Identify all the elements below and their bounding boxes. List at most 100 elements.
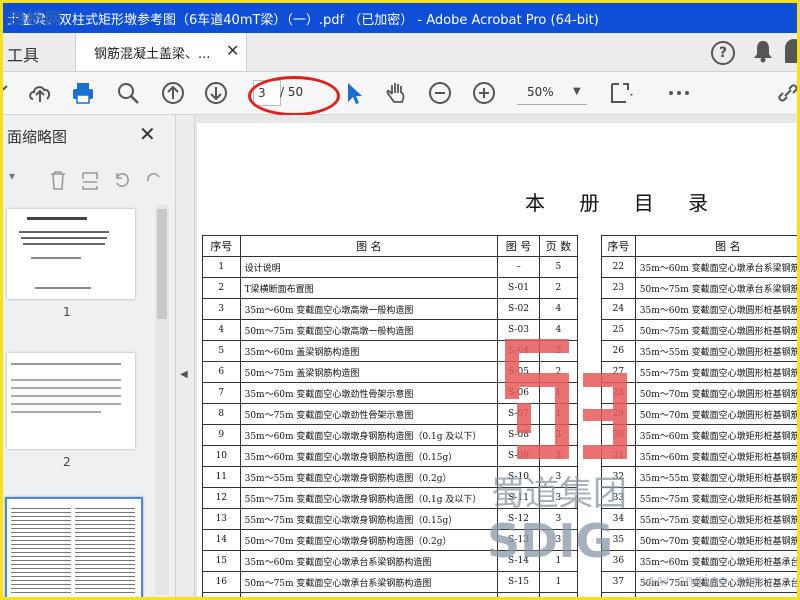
table-cell: 2 xyxy=(538,340,579,362)
table-header: 图 名 xyxy=(239,235,499,257)
table-row: 36 35m～60m 变截面空心墩矩形桩基承台钢 xyxy=(601,550,797,572)
table-cell: 横向防震挡块钢筋构造图 xyxy=(634,592,797,597)
trash-icon[interactable] xyxy=(47,169,69,191)
site-watermark-topleft: 西桥网 xyxy=(9,9,64,28)
table-cell: 22 xyxy=(601,256,636,278)
table-cell: 35m～60m 变截面空心墩高墩一般构造图 xyxy=(239,298,499,320)
page-thumbnail-1[interactable] xyxy=(7,209,135,299)
table-cell: S-06 xyxy=(497,382,540,404)
table-cell: 设计说明 xyxy=(239,256,499,278)
table-cell: 35m～60m 变截面空心墩承台系梁钢筋构 xyxy=(634,256,797,278)
table-row: 30 35m～60m 变截面空心墩矩形桩基钢筋构 xyxy=(601,424,797,446)
document-view: 本 册 目 录 序号 图 名 图 号 页 数 1 设计说明 –5 2 T梁横断面布置图 S… xyxy=(195,115,797,597)
table-cell: 5 xyxy=(538,256,579,278)
table-cell: 35m～60m 变截面空心墩劲性骨架示意图 xyxy=(239,382,499,404)
upload-cloud-icon[interactable] xyxy=(27,80,53,106)
search-icon[interactable] xyxy=(115,80,141,106)
table-cell: 3 xyxy=(538,508,579,530)
table-cell: 35m～60m 变截面空心墩矩形桩基钢筋构 xyxy=(634,424,797,446)
close-panel-icon[interactable]: ✕ xyxy=(139,122,156,146)
table-cell: 35m～55m 变截面空心墩矩形桩基钢筋构 xyxy=(634,466,797,488)
table-cell: S-04 xyxy=(497,340,540,362)
table-cell: 37 xyxy=(601,571,636,593)
rotate-left-icon[interactable] xyxy=(111,169,133,191)
hand-tool-icon[interactable] xyxy=(384,80,410,106)
thumbnail-toolbar: ▾ xyxy=(3,167,175,195)
table-cell: 35m～60m 变截面空心墩承台系梁钢筋构造图 xyxy=(239,550,499,572)
table-cell: S-09 xyxy=(497,445,540,467)
previous-page-icon[interactable] xyxy=(160,80,186,106)
table-row: 15 35m～60m 变截面空心墩承台系梁钢筋构造图 S-14 1 xyxy=(202,550,579,572)
title-bar[interactable]: 土盖梁、双柱式矩形墩参考图（6车道40mT梁）（一）.pdf （已加密） - A… xyxy=(3,3,797,33)
table-row: 34 55m～75m 变截面空心墩矩形桩基钢筋构 xyxy=(601,508,797,530)
rotate-right-icon[interactable] xyxy=(143,169,165,191)
table-cell: 35m～60m 变截面空心墩矩形桩基承台钢 xyxy=(634,550,797,572)
table-cell: – xyxy=(497,256,540,278)
table-cell: 50m～75m 变截面空心墩高墩一般构造图 xyxy=(239,319,499,341)
tab-document[interactable]: 钢筋混凝土盖梁、... ✕ xyxy=(75,33,247,71)
extract-pages-icon[interactable] xyxy=(79,169,101,191)
table-cell: S-01 xyxy=(497,277,540,299)
table-cell: 15 xyxy=(202,550,241,572)
table-row: 10 35m～60m 变截面空心墩墩身钢筋构造图（0.15g） S-09 3 xyxy=(202,445,579,467)
table-cell: 1 xyxy=(538,382,579,404)
table-cell: 4 xyxy=(202,319,241,341)
table-row: 9 35m～60m 变截面空心墩墩身钢筋构造图（0.1g 及以下） S-08 3 xyxy=(202,424,579,446)
table-cell: 16 xyxy=(202,571,241,593)
page-thumbnail-3-selected[interactable] xyxy=(5,497,143,597)
table-row: 28 50m～70m 变截面空心墩圆形桩基钢筋构 xyxy=(601,382,797,404)
tab-bar: 工具 钢筋混凝土盖梁、... ✕ ? xyxy=(3,33,797,72)
table-cell: 50m～75m 变截面空心墩承台系梁钢筋构 xyxy=(634,277,797,299)
highlight-annotation xyxy=(248,76,340,116)
table-row: 5 35m～60m 盖梁钢筋构造图 S-04 2 xyxy=(202,340,579,362)
select-cursor-icon[interactable] xyxy=(341,80,367,106)
collapse-arrow-icon[interactable]: ◀ xyxy=(180,369,188,380)
table-row: 13 55m～75m 变截面空心墩墩身钢筋构造图（0.15g） S-12 3 xyxy=(202,508,579,530)
table-cell: 2 xyxy=(538,361,579,383)
table-row: 1 设计说明 –5 xyxy=(202,256,579,278)
bell-icon[interactable] xyxy=(753,39,773,63)
page-thumbnail-2[interactable] xyxy=(7,353,135,449)
table-cell: 3 xyxy=(538,529,579,551)
table-row: 25 50m～75m 变截面空心墩圆形桩基钢筋构 xyxy=(601,319,797,341)
table-cell: 35m～60m 变截面空心墩圆形桩基钢筋构 xyxy=(634,298,797,320)
collapse-panel-strip[interactable]: ◀ xyxy=(176,115,195,597)
print-icon[interactable] xyxy=(70,80,96,106)
table-cell: 14 xyxy=(202,529,241,551)
toolbar: 3 / 50 50% ▼ xyxy=(0,72,800,116)
table-row: 11 35m～55m 变截面空心墩墩身钢筋构造图（0.2g） S-10 3 xyxy=(202,466,579,488)
index-table-left: 序号 图 名 图 号 页 数 1 设计说明 –5 2 T梁横断面布置图 S-01 2 3 35m… xyxy=(202,235,579,597)
table-cell: 38 xyxy=(601,592,636,597)
close-tab-icon[interactable]: ✕ xyxy=(226,41,239,60)
table-cell: 1 xyxy=(538,571,579,593)
options-dropdown-icon[interactable]: ▾ xyxy=(9,169,15,183)
zoom-in-icon[interactable] xyxy=(471,80,497,106)
help-icon[interactable]: ? xyxy=(711,41,735,65)
zoom-select[interactable]: 50% ▼ xyxy=(517,80,587,105)
table-row: 22 35m～60m 变截面空心墩承台系梁钢筋构 xyxy=(601,256,797,278)
window-title: 土盖梁、双柱式矩形墩参考图（6车道40mT梁）（一）.pdf （已加密） - A… xyxy=(7,13,599,28)
zoom-out-icon[interactable] xyxy=(427,80,453,106)
table-cell: 55m～75m 变截面空心墩矩形桩基钢筋构 xyxy=(634,487,797,509)
account-icon[interactable] xyxy=(785,39,797,63)
create-icon[interactable] xyxy=(0,80,23,106)
table-cell: 35m～60m 变截面空心墩承台钢筋构造图（0.15g 及以下） xyxy=(239,592,499,597)
tab-tools[interactable]: 工具 xyxy=(7,42,39,66)
thumbnail-scrollbar[interactable] xyxy=(155,205,169,595)
table-cell: 11 xyxy=(202,466,241,488)
table-cell: 13 xyxy=(202,508,241,530)
table-cell: 1 xyxy=(538,592,579,597)
table-row: 6 50m～75m 盖梁钢筋构造图 S-05 2 xyxy=(202,361,579,383)
more-tools-icon[interactable] xyxy=(666,80,692,106)
chevron-down-icon: ▼ xyxy=(573,86,581,97)
table-header: 序号 xyxy=(601,235,636,257)
table-row: 8 50m～75m 变截面空心墩劲性骨架示意图 S-07 1 xyxy=(202,403,579,425)
site-watermark-bottomright: www.cnqiao.com xyxy=(643,573,762,589)
page-fit-icon[interactable] xyxy=(607,80,633,106)
next-page-icon[interactable] xyxy=(203,80,229,106)
table-cell: 50m～70m 变截面空心墩矩形桩基钢筋构 xyxy=(634,529,797,551)
table-cell: S-05 xyxy=(497,361,540,383)
share-link-icon[interactable] xyxy=(775,80,800,106)
pdf-page: 本 册 目 录 序号 图 名 图 号 页 数 1 设计说明 –5 2 T梁横断面布置图 S… xyxy=(197,123,797,597)
table-row: 27 55m～75m 变截面空心墩圆形桩基钢筋构 xyxy=(601,361,797,383)
